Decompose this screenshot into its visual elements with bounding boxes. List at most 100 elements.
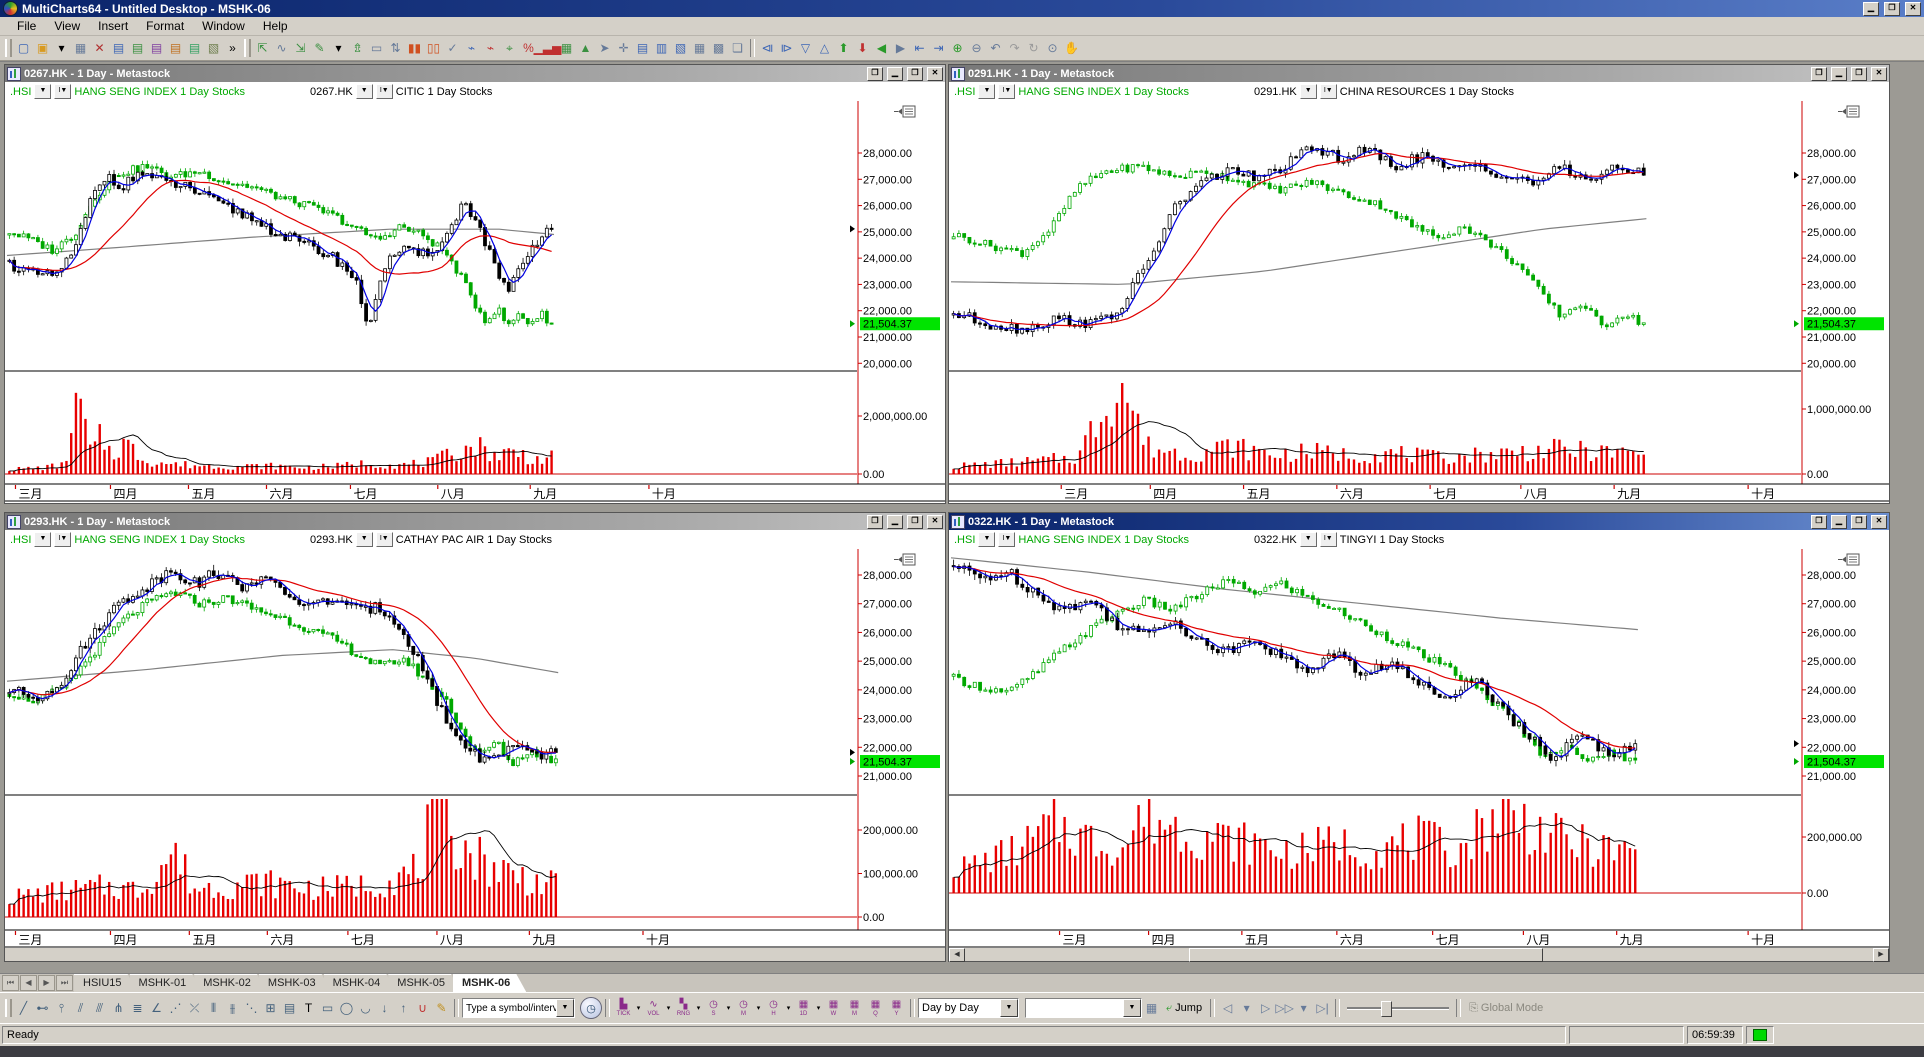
- index-dropdown-button[interactable]: ▼: [978, 532, 995, 547]
- text-window1-icon[interactable]: ▤: [633, 40, 652, 57]
- format-study-icon[interactable]: ▤: [166, 40, 185, 57]
- channel-icon[interactable]: ⫻: [90, 1000, 109, 1017]
- insert-symbol-icon[interactable]: ▤: [109, 40, 128, 57]
- candle-down-icon[interactable]: ▯▯: [424, 40, 443, 57]
- scale-options-icon[interactable]: [894, 106, 915, 117]
- vertical-line-icon[interactable]: ⫯: [52, 1000, 71, 1017]
- price-axis[interactable]: 28,000.0027,000.0026,000.0025,000.0024,0…: [858, 101, 940, 484]
- date-axis[interactable]: 三月四月五月六月七月八月九月十月: [5, 484, 945, 501]
- crosshair-icon[interactable]: ✛: [614, 40, 633, 57]
- text-window2-icon[interactable]: ▥: [652, 40, 671, 57]
- stock-dropdown-button[interactable]: ▼: [1300, 84, 1317, 99]
- pan-hand-icon[interactable]: ✋: [1062, 40, 1081, 57]
- go-to-end-icon[interactable]: ▷|: [1313, 1000, 1332, 1017]
- menu-view[interactable]: View: [45, 18, 89, 34]
- tab-mshk-06[interactable]: MSHK-06: [453, 974, 526, 992]
- text-window3-icon[interactable]: ▧: [671, 40, 690, 57]
- index-interval-button[interactable]: I▼: [998, 532, 1015, 547]
- chart-type-icon[interactable]: ▲: [576, 40, 595, 57]
- lock-drawings-icon[interactable]: ✎: [432, 1000, 451, 1017]
- arc-tool-icon[interactable]: ◡: [356, 1000, 375, 1017]
- global-mode-button[interactable]: ⎘ Global Mode: [1464, 997, 1548, 1019]
- compress-vertical-icon[interactable]: ▽: [796, 40, 815, 57]
- interval-range-button[interactable]: ▚RNG: [673, 996, 694, 1020]
- interval-tick-button[interactable]: ▙TICK: [613, 996, 634, 1020]
- study-on-study-icon[interactable]: ⇯: [348, 40, 367, 57]
- stock-interval-button[interactable]: I▼: [1320, 84, 1337, 99]
- stock-interval-button[interactable]: I▼: [376, 532, 393, 547]
- arrow-down-icon[interactable]: ↓: [375, 1000, 394, 1017]
- drawing-dropdown-icon[interactable]: ▾: [329, 40, 348, 57]
- chart-maximize-button[interactable]: ❒: [907, 67, 923, 81]
- interval-day-button[interactable]: ▦1D: [793, 996, 814, 1020]
- scroll-thumb[interactable]: [1189, 948, 1543, 962]
- new-window-icon[interactable]: ▢: [14, 40, 33, 57]
- pointer-icon[interactable]: ➤: [595, 40, 614, 57]
- ellipse-tool-icon[interactable]: ◯: [337, 1000, 356, 1017]
- tab-hsiu15[interactable]: HSIU15: [74, 974, 138, 992]
- tab-mshk-01[interactable]: MSHK-01: [130, 974, 203, 992]
- index-dropdown-button[interactable]: ▼: [34, 84, 51, 99]
- app-minimize-button[interactable]: ▁: [1863, 2, 1879, 16]
- volume-study-icon[interactable]: ▁▃▅: [538, 40, 557, 57]
- more-buttons-icon[interactable]: »: [223, 40, 242, 57]
- open-dropdown-icon[interactable]: ▾: [52, 40, 71, 57]
- play-forward-icon[interactable]: ▷: [1256, 1000, 1275, 1017]
- shift-right-icon[interactable]: ⇥: [929, 40, 948, 57]
- signal-red-icon[interactable]: ⌁: [481, 40, 500, 57]
- chart-window-0291hk[interactable]: 0291.HK - 1 Day - Metastock❐▁❒✕.HSI▼I▼HA…: [948, 64, 1890, 504]
- time-lines-icon[interactable]: ⫵: [223, 1000, 242, 1017]
- chart-canvas-0322hk[interactable]: 28,000.0027,000.0026,000.0025,000.0024,0…: [949, 549, 1889, 947]
- resolution-dropdown-icon[interactable]: ▼: [1000, 999, 1018, 1017]
- interval-tick-button-dropdown-icon[interactable]: ▾: [634, 996, 643, 1020]
- index-interval-button[interactable]: I▼: [998, 84, 1015, 99]
- chart-h-scrollbar[interactable]: ◀▶: [949, 947, 1889, 961]
- play-fast-icon[interactable]: ▷▷: [1275, 1000, 1294, 1017]
- index-interval-button[interactable]: I▼: [54, 84, 71, 99]
- scale-options-icon[interactable]: [894, 554, 915, 565]
- magnet-icon[interactable]: ∪: [413, 1000, 432, 1017]
- replay-speed-slider[interactable]: [1343, 998, 1453, 1018]
- cascade-windows-icon[interactable]: ❏: [728, 40, 747, 57]
- interval-volume-button[interactable]: ∿VOL: [643, 996, 664, 1020]
- signal-blue-icon[interactable]: ⌁: [462, 40, 481, 57]
- app-titlebar[interactable]: MultiCharts64 - Untitled Desktop - MSHK-…: [0, 0, 1924, 17]
- tab-mshk-02[interactable]: MSHK-02: [194, 974, 267, 992]
- chart-minimize-button[interactable]: ▁: [887, 67, 903, 81]
- open-desktop-icon[interactable]: ▣: [33, 40, 52, 57]
- chart-canvas-0293hk[interactable]: 28,000.0027,000.0026,000.0025,000.0024,0…: [5, 549, 945, 947]
- scroll-left-button[interactable]: ◀: [949, 948, 965, 962]
- zoom-in-icon[interactable]: ⊕: [948, 40, 967, 57]
- shift-left-icon[interactable]: ⇤: [910, 40, 929, 57]
- scale-up-icon[interactable]: ⬆: [834, 40, 853, 57]
- chart-restore-button[interactable]: ❐: [1811, 515, 1827, 529]
- tab-nav-next-button[interactable]: ▶: [38, 975, 55, 991]
- arrow-up-icon[interactable]: ↑: [394, 1000, 413, 1017]
- stock-dropdown-button[interactable]: ▼: [1300, 532, 1317, 547]
- chart-minimize-button[interactable]: ▁: [887, 515, 903, 529]
- parallel-lines-icon[interactable]: ⫽: [71, 1000, 90, 1017]
- chart-close-button[interactable]: ✕: [1871, 67, 1887, 81]
- stock-dropdown-button[interactable]: ▼: [356, 84, 373, 99]
- price-axis[interactable]: 28,000.0027,000.0026,000.0025,000.0024,0…: [1802, 101, 1884, 484]
- calendar-icon[interactable]: ▦: [1142, 1000, 1161, 1017]
- drawing-mode-icon[interactable]: ✎: [310, 40, 329, 57]
- chart-maximize-button[interactable]: ❒: [1851, 515, 1867, 529]
- interval-hour-button-dropdown-icon[interactable]: ▾: [784, 996, 793, 1020]
- tab-mshk-04[interactable]: MSHK-04: [324, 974, 397, 992]
- chart-window-titlebar[interactable]: 0267.HK - 1 Day - Metastock❐▁❒✕: [5, 65, 945, 82]
- speed-lines-icon[interactable]: ≣: [128, 1000, 147, 1017]
- chart-window-titlebar[interactable]: 0293.HK - 1 Day - Metastock❐▁❒✕: [5, 513, 945, 530]
- chart-restore-button[interactable]: ❐: [867, 515, 883, 529]
- interval-month-button[interactable]: ▦M: [844, 996, 865, 1020]
- zoom-out-icon[interactable]: ⊖: [967, 40, 986, 57]
- tab-nav-prev-button[interactable]: ◀: [20, 975, 37, 991]
- menu-format[interactable]: Format: [137, 18, 193, 34]
- scroll-left-icon[interactable]: ◀: [872, 40, 891, 57]
- chart-restore-button[interactable]: ❐: [1811, 67, 1827, 81]
- interval-quarter-button[interactable]: ▦Q: [865, 996, 886, 1020]
- compress-left-icon[interactable]: ⧏: [758, 40, 777, 57]
- index-dropdown-button[interactable]: ▼: [34, 532, 51, 547]
- resolution-select[interactable]: Day by Day ▼: [918, 998, 1019, 1018]
- menu-help[interactable]: Help: [254, 18, 297, 34]
